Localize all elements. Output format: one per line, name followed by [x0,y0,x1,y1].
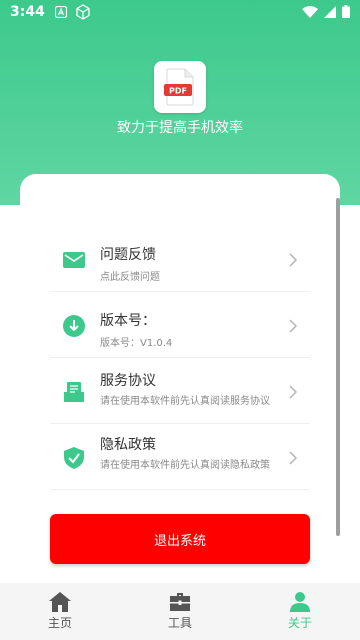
logout-button[interactable]: 退出系统 [50,514,310,564]
menu-item-service-agreement[interactable]: 服务协议 请在使用本软件前先认真阅读服务协议 [50,360,310,424]
person-icon [290,592,310,612]
menu-title: 服务协议 [100,373,156,389]
toolbox-icon [170,593,190,611]
document-icon [62,380,86,404]
nav-item-about[interactable]: 关于 [240,583,360,640]
menu-subtitle: 版本号：V1.0.4 [100,338,173,349]
menu-title: 问题反馈 [100,247,156,263]
app-slogan: 致力于提高手机效率 [117,120,243,136]
mail-icon [62,248,86,272]
wifi-icon [302,3,318,22]
bottom-nav: 主页 工具 关于 [0,583,360,640]
home-icon [49,592,71,612]
menu-subtitle: 请在使用本软件前先认真阅读隐私政策 [100,460,270,471]
status-bar: 3:44 [0,0,360,24]
logo-text: PDF [169,87,187,96]
download-icon [62,314,86,338]
chevron-right-icon [289,385,298,399]
chevron-right-icon [289,253,298,267]
nav-item-home[interactable]: 主页 [0,583,120,640]
nav-label: 关于 [287,616,312,630]
menu-title: 隐私政策 [100,437,156,453]
battery-icon [342,3,350,22]
pdf-file-icon: PDF [164,68,194,106]
a-notification-icon [54,6,67,18]
status-time: 3:44 [10,4,45,20]
menu-item-feedback[interactable]: 问题反馈 点此反馈问题 [50,228,310,292]
menu-title: 版本号： [100,313,156,329]
chevron-right-icon [289,319,298,333]
menu-item-version[interactable]: 版本号： 版本号：V1.0.4 [50,294,310,358]
menu-subtitle: 请在使用本软件前先认真阅读服务协议 [100,396,270,407]
nav-item-tools[interactable]: 工具 [120,583,240,640]
app-logo: PDF [154,61,206,113]
menu-subtitle: 点此反馈问题 [100,272,160,283]
chevron-right-icon [289,451,298,465]
status-right-group [302,3,350,22]
nav-label: 主页 [47,616,72,630]
cube-notification-icon [75,4,91,20]
menu-item-privacy-policy[interactable]: 隐私政策 请在使用本软件前先认真阅读隐私政策 [50,426,310,490]
shield-check-icon [62,446,86,470]
signal-icon [324,3,336,22]
nav-label: 工具 [167,616,192,630]
scrollbar[interactable] [336,198,340,536]
